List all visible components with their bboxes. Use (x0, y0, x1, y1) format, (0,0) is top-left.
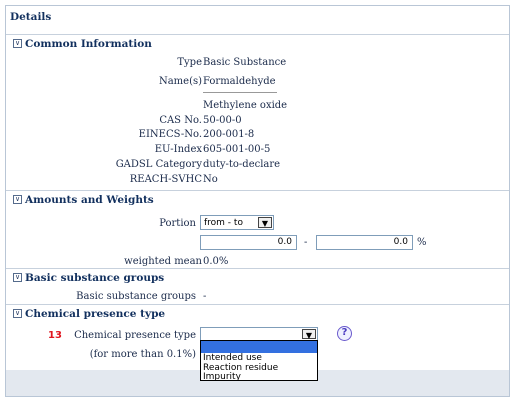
reach-label: REACH-SVHC (129, 174, 202, 185)
dropdown-arrow-icon[interactable]: ▼ (258, 217, 272, 228)
basic-groups-label: Basic substance groups (76, 291, 196, 302)
type-value: Basic Substance (203, 57, 287, 68)
basic-groups-value: - (203, 291, 207, 302)
percent-unit: % (417, 237, 427, 248)
cas-label: CAS No. (159, 115, 202, 126)
section-title: Common Information (25, 38, 152, 50)
einecs-value: 200-001-8 (203, 129, 255, 140)
names-divider (203, 92, 277, 93)
name-item: Methylene oxide (203, 100, 288, 111)
chemical-presence-note: (for more than 0.1%) (89, 349, 196, 360)
details-title: Details (10, 11, 52, 23)
weighted-mean-label: weighted mean (124, 256, 202, 267)
section-title: Amounts and Weights (25, 194, 154, 206)
section-basic-substance-groups[interactable]: ∨ Basic substance groups (6, 268, 509, 285)
weighted-mean-value: 0.0% (203, 256, 229, 267)
dropdown-arrow-icon[interactable]: ▼ (302, 329, 316, 340)
section-common-information[interactable]: ∨ Common Information (6, 34, 509, 51)
type-label: Type (177, 57, 202, 68)
collapse-chevron-icon[interactable]: ∨ (13, 195, 22, 204)
section-title: Basic substance groups (25, 272, 165, 284)
eu-index-value: 605-001-00-5 (203, 144, 271, 155)
from-input[interactable]: 0.0 (200, 235, 297, 250)
collapse-chevron-icon[interactable]: ∨ (13, 273, 22, 282)
eu-index-label: EU-Index (154, 144, 202, 155)
cas-value: 50-00-0 (203, 115, 242, 126)
to-input[interactable]: 0.0 (316, 235, 413, 250)
section-amounts-weights[interactable]: ∨ Amounts and Weights (6, 190, 509, 207)
section-title: Chemical presence type (25, 308, 166, 320)
reach-value: No (203, 174, 218, 185)
section-chemical-presence-type[interactable]: ∨ Chemical presence type (6, 304, 509, 321)
help-icon[interactable]: ? (337, 326, 352, 341)
option-impurity[interactable]: Impurity (203, 371, 241, 383)
portion-select[interactable]: from - to ▼ (200, 215, 274, 230)
collapse-chevron-icon[interactable]: ∨ (13, 39, 22, 48)
gadsl-value: duty-to-declare (203, 159, 281, 170)
portion-selected-value: from - to (204, 218, 243, 228)
range-dash: - (304, 237, 308, 248)
chemical-presence-options[interactable]: Intended use Reaction residue Impurity (200, 340, 318, 383)
einecs-label: EINECS-No. (138, 129, 202, 140)
gadsl-label: GADSL Category (115, 159, 202, 170)
portion-label: Portion (159, 218, 196, 229)
names-label: Name(s) (158, 76, 202, 87)
collapse-chevron-icon[interactable]: ∨ (13, 309, 22, 318)
chemical-presence-label: Chemical presence type (74, 330, 196, 341)
step-number: 13 (48, 330, 62, 341)
chemical-presence-select[interactable]: ▼ (200, 327, 318, 341)
name-item: Formaldehyde (203, 76, 276, 87)
